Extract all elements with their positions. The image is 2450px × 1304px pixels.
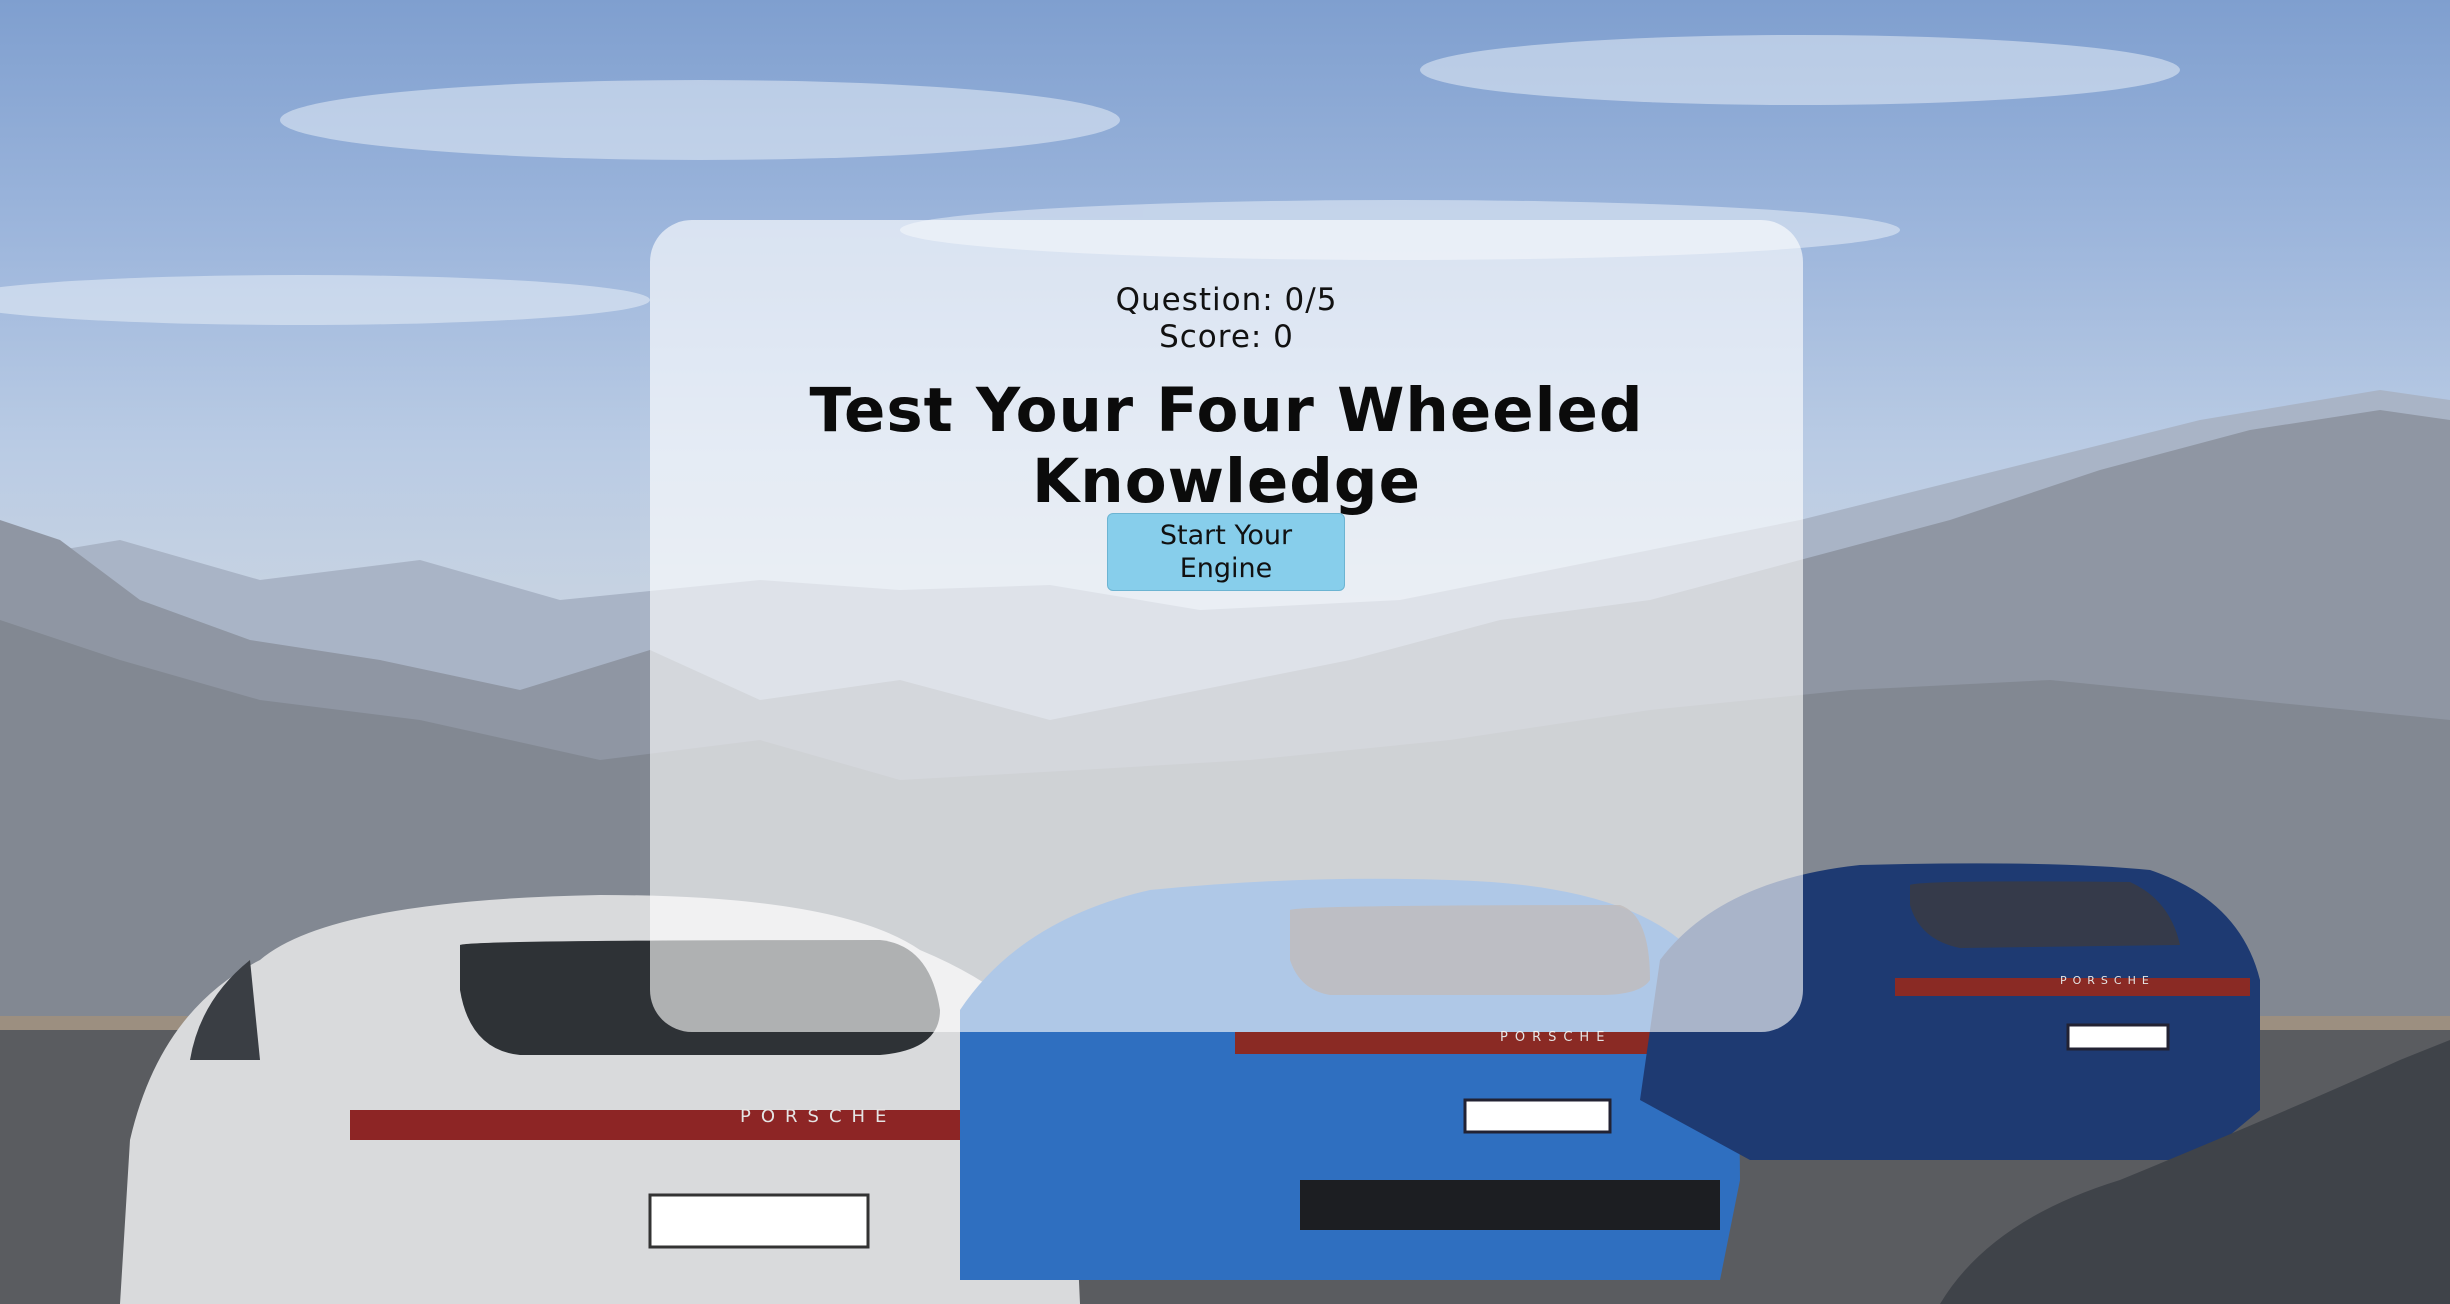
porsche-lettering-white: PORSCHE (740, 1106, 896, 1127)
quiz-card: Question: 0/5 Score: 0 Test Your Four Wh… (650, 220, 1803, 1032)
start-engine-button[interactable]: Start Your Engine (1107, 513, 1345, 591)
quiz-page: PORSCHE PORSCHE PORSCHE Question: 0/5 Sc… (0, 0, 2450, 1304)
score-counter: Score: 0 (1159, 319, 1294, 355)
quiz-title: Test Your Four Wheeled Knowledge (809, 375, 1644, 517)
porsche-lettering-dark-blue: PORSCHE (2060, 974, 2155, 987)
quiz-stats: Question: 0/5 Score: 0 (650, 282, 1803, 356)
question-counter: Question: 0/5 (1115, 282, 1338, 318)
porsche-lettering-blue: PORSCHE (1500, 1030, 1611, 1045)
